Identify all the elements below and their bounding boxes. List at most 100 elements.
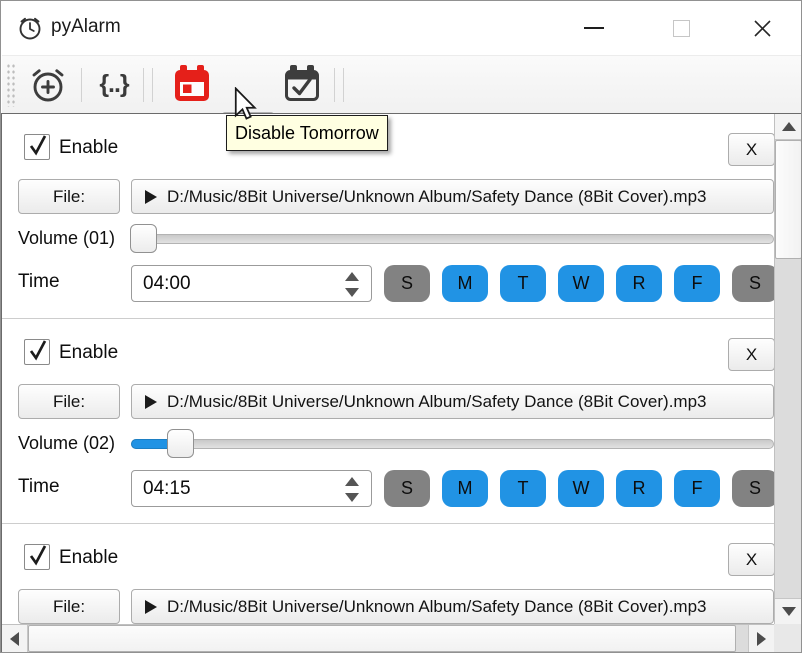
disable-today-button[interactable] (168, 60, 216, 108)
day-button-friday[interactable]: F (674, 265, 720, 302)
spin-down-icon (345, 492, 359, 502)
calendar-check-icon (285, 65, 319, 101)
day-button-tuesday[interactable]: T (500, 265, 546, 302)
mouse-cursor (234, 87, 257, 120)
enable-checkbox[interactable] (24, 544, 50, 570)
horizontal-scrollbar[interactable] (2, 624, 774, 652)
time-input[interactable] (143, 477, 323, 501)
file-path-play-button[interactable]: D:/Music/8Bit Universe/Unknown Album/Saf… (131, 179, 774, 214)
play-icon (145, 599, 157, 614)
day-button-thursday[interactable]: R (616, 265, 662, 302)
file-button[interactable]: File: (18, 179, 120, 214)
day-button-tuesday[interactable]: T (500, 470, 546, 507)
day-button-thursday[interactable]: R (616, 470, 662, 507)
slider-handle[interactable] (167, 429, 194, 458)
day-button-wednesday[interactable]: W (558, 265, 604, 302)
slider-handle[interactable] (130, 224, 157, 253)
day-button-saturday[interactable]: S (732, 470, 774, 507)
day-button-sunday[interactable]: S (384, 470, 430, 507)
scroll-right-button[interactable] (748, 625, 774, 652)
close-button[interactable] (732, 1, 792, 55)
volume-slider[interactable] (130, 224, 774, 253)
volume-slider[interactable] (131, 429, 774, 458)
enable-checkbox[interactable] (24, 134, 50, 160)
alarm-list-viewport: Enable X File: D:/Music/8Bit Universe/Un… (2, 114, 774, 624)
day-button-wednesday[interactable]: W (558, 470, 604, 507)
file-button[interactable]: File: (18, 589, 120, 624)
alarm-list-frame: Enable X File: D:/Music/8Bit Universe/Un… (1, 113, 801, 652)
toolbar-separator (152, 68, 153, 102)
file-path-play-button[interactable]: D:/Music/8Bit Universe/Unknown Album/Saf… (131, 589, 774, 624)
remove-alarm-button[interactable]: X (728, 338, 774, 371)
checkmark-icon (29, 545, 47, 566)
add-alarm-button[interactable] (24, 60, 72, 108)
scroll-up-button[interactable] (775, 114, 801, 140)
scroll-left-button[interactable] (2, 625, 28, 652)
toolbar-separator (334, 68, 335, 102)
maximize-button[interactable] (651, 1, 711, 55)
remove-alarm-button[interactable]: X (728, 133, 774, 166)
enable-label[interactable]: Enable (59, 137, 118, 159)
time-spinbox (131, 470, 372, 507)
file-path-text: D:/Music/8Bit Universe/Unknown Album/Saf… (167, 186, 707, 206)
alarm-clock-icon (19, 17, 41, 40)
day-button-monday[interactable]: M (442, 470, 488, 507)
volume-label: Volume (01) (18, 228, 116, 248)
toolbar-grip-handle[interactable] (6, 63, 17, 107)
title-bar: pyAlarm (1, 1, 801, 55)
horizontal-scrollbar-thumb[interactable] (28, 625, 736, 652)
slider-track[interactable] (131, 439, 774, 449)
remove-alarm-button[interactable]: X (728, 543, 774, 576)
play-icon (145, 189, 157, 204)
calendar-today-red-icon (175, 65, 209, 101)
time-increment-button[interactable] (339, 473, 365, 489)
time-label: Time (18, 271, 60, 292)
time-decrement-button[interactable] (339, 284, 365, 300)
file-button[interactable]: File: (18, 384, 120, 419)
spin-up-icon (345, 271, 359, 281)
slider-track[interactable] (131, 234, 774, 244)
file-path-text: D:/Music/8Bit Universe/Unknown Album/Saf… (167, 391, 707, 411)
day-button-saturday[interactable]: S (732, 265, 774, 302)
minimize-icon (584, 27, 604, 29)
braces-icon: {..} (99, 69, 129, 98)
toolbar-separator (81, 68, 82, 102)
time-decrement-button[interactable] (339, 489, 365, 505)
day-button-friday[interactable]: F (674, 470, 720, 507)
alarm-plus-icon (32, 69, 64, 102)
enable-label[interactable]: Enable (59, 547, 118, 569)
time-increment-button[interactable] (339, 268, 365, 284)
toolbar-separator (343, 68, 344, 102)
volume-label: Volume (02) (18, 433, 116, 453)
enable-checkbox[interactable] (24, 339, 50, 365)
toolbar-separator (143, 68, 144, 102)
close-icon (753, 19, 771, 37)
alarm-item: Enable X File: D:/Music/8Bit Universe/Un… (2, 114, 774, 319)
file-path-play-button[interactable]: D:/Music/8Bit Universe/Unknown Album/Saf… (131, 384, 774, 419)
time-label: Time (18, 476, 60, 497)
arrow-down-icon (781, 607, 796, 616)
time-input[interactable] (143, 272, 323, 296)
day-button-sunday[interactable]: S (384, 265, 430, 302)
window-title: pyAlarm (51, 16, 121, 37)
vertical-scrollbar[interactable] (774, 114, 801, 624)
vertical-scrollbar-thumb[interactable] (775, 140, 801, 259)
checkmark-icon (29, 135, 47, 156)
day-button-monday[interactable]: M (442, 265, 488, 302)
minimize-button[interactable] (564, 1, 624, 55)
snooze-options-button[interactable]: {..} (90, 60, 138, 108)
scroll-down-button[interactable] (775, 598, 801, 624)
scrollbar-corner (774, 624, 801, 652)
alarm-item: Enable X File: D:/Music/8Bit Universe/Un… (2, 524, 774, 624)
spin-up-icon (345, 476, 359, 486)
pyalarm-window: pyAlarm {..} Enable X File: D:/Music/8Bi… (0, 0, 802, 653)
play-icon (145, 394, 157, 409)
maximize-icon (672, 19, 690, 37)
enable-all-days-button[interactable] (278, 60, 326, 108)
arrow-left-icon (10, 631, 19, 646)
time-spinbox (131, 265, 372, 302)
spin-down-icon (345, 287, 359, 297)
enable-label[interactable]: Enable (59, 342, 118, 364)
arrow-up-icon (781, 122, 796, 131)
toolbar: {..} (2, 55, 801, 164)
